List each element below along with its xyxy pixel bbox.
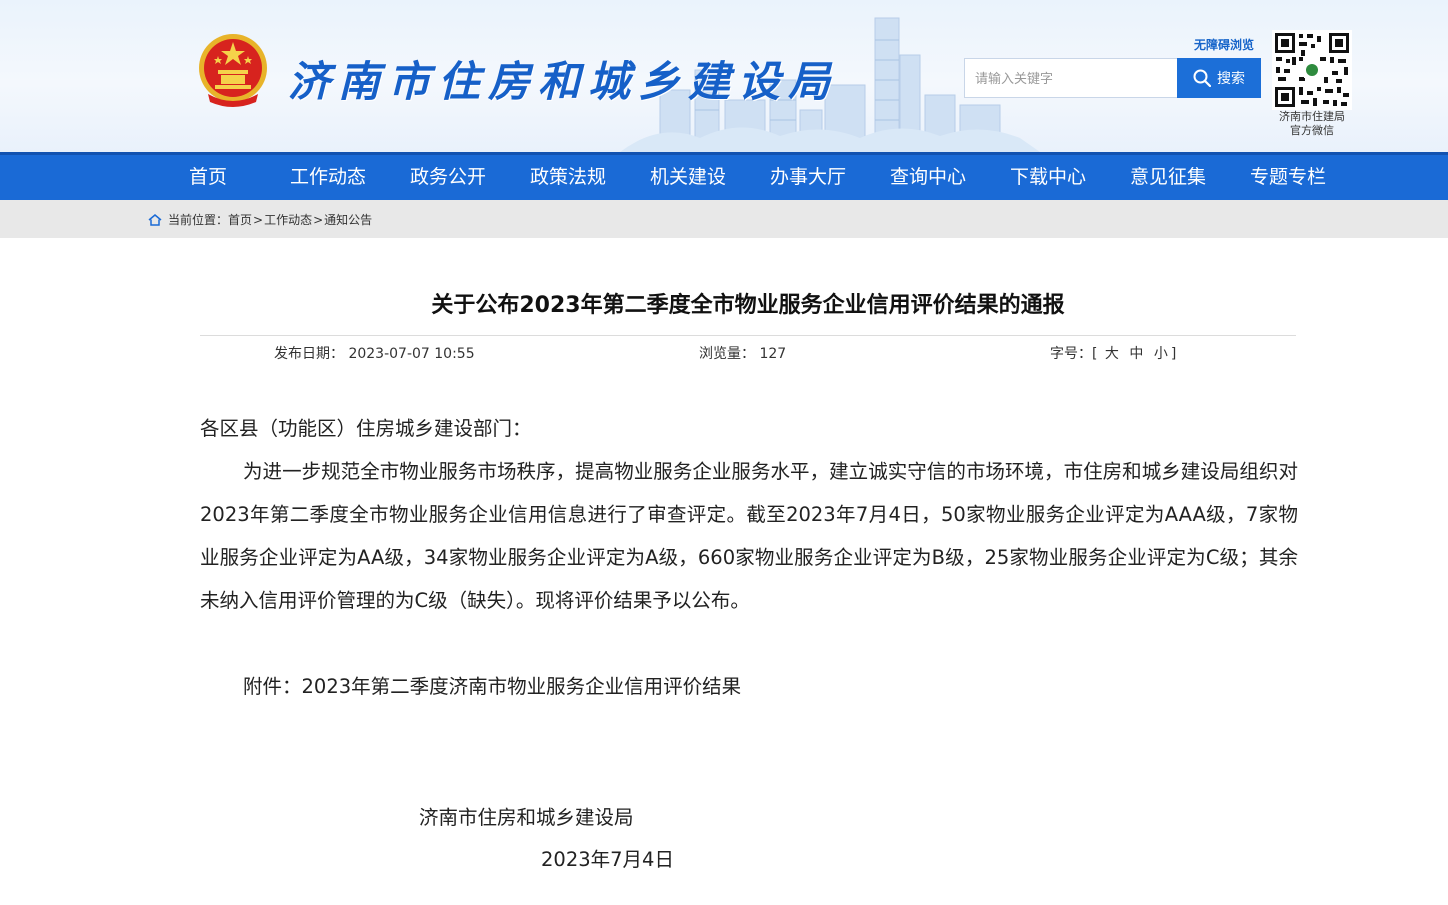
qr-caption-line1: 济南市住建局 (1279, 110, 1345, 123)
search-button[interactable]: 搜索 (1177, 58, 1261, 98)
article-attachment: 附件：2023年第二季度济南市物业服务企业信用评价结果 (200, 665, 1298, 708)
font-size-bracket-open: [ (1092, 346, 1098, 362)
nav-item-work-news[interactable]: 工作动态 (268, 155, 388, 200)
nav-item-home[interactable]: 首页 (148, 155, 268, 200)
article-sign-date: 2023年7月4日 (541, 848, 674, 871)
font-size-label: 字号： (1050, 346, 1092, 362)
publish-date-label: 发布日期： (274, 346, 344, 362)
font-size-bracket-close: ] (1170, 346, 1177, 362)
breadcrumb-item-work-news[interactable]: 工作动态 (264, 211, 312, 228)
attachment-link[interactable]: 2023年第二季度济南市物业服务企业信用评价结果 (302, 675, 742, 698)
article-title: 关于公布2023年第二季度全市物业服务企业信用评价结果的通报 (431, 293, 1065, 318)
nav-item-download-center[interactable]: 下载中心 (988, 155, 1108, 200)
site-header: 济南市住房和城乡建设局 无障碍浏览 搜索 济南 (0, 0, 1448, 152)
home-icon (148, 213, 162, 226)
article-signature: 济南市住房和城乡建设局 (419, 806, 634, 829)
nav-item-organ-building[interactable]: 机关建设 (628, 155, 748, 200)
nav-item-policies[interactable]: 政策法规 (508, 155, 628, 200)
nav-item-gov-affairs[interactable]: 政务公开 (388, 155, 508, 200)
wechat-qr-code-icon (1272, 30, 1352, 110)
publish-date-meta: 发布日期： 2023-07-07 10:55 (274, 343, 475, 363)
font-size-medium-button[interactable]: 中 (1129, 346, 1143, 362)
breadcrumb-prefix: 当前位置： (168, 213, 229, 227)
article-body-paragraph: 为进一步规范全市物业服务市场秩序，提高物业服务企业服务水平，建立诚实守信的市场环… (200, 460, 1298, 612)
search-button-label: 搜索 (1217, 70, 1245, 86)
font-size-large-button[interactable]: 大 (1105, 346, 1119, 362)
nav-item-opinions[interactable]: 意见征集 (1108, 155, 1228, 200)
search-icon (1193, 69, 1211, 87)
breadcrumb-item-home[interactable]: 首页 (228, 211, 252, 228)
site-title: 济南市住房和城乡建设局 (288, 57, 839, 106)
font-size-small-button[interactable]: 小 (1154, 346, 1168, 362)
title-divider (200, 335, 1296, 336)
nav-item-service-hall[interactable]: 办事大厅 (748, 155, 868, 200)
attachment-label: 附件： (243, 675, 302, 698)
breadcrumb-separator: > (253, 212, 264, 227)
breadcrumb-bar: 当前位置： 首页 > 工作动态 > 通知公告 (0, 200, 1448, 238)
search-input[interactable] (964, 58, 1178, 98)
nav-item-special-topics[interactable]: 专题专栏 (1228, 155, 1348, 200)
accessibility-link[interactable]: 无障碍浏览 (1194, 36, 1254, 53)
nav-item-query-center[interactable]: 查询中心 (868, 155, 988, 200)
views-meta: 浏览量： 127 (699, 343, 786, 363)
qr-caption: 济南市住建局 官方微信 (1262, 110, 1362, 138)
breadcrumb: 当前位置： 首页 > 工作动态 > 通知公告 (148, 211, 372, 228)
article-salutation: 各区县（功能区）住房城乡建设部门： (200, 417, 532, 440)
breadcrumb-item-notices[interactable]: 通知公告 (324, 211, 372, 228)
qr-caption-line2: 官方微信 (1290, 124, 1334, 137)
views-label: 浏览量： (699, 346, 755, 362)
main-nav: 首页 工作动态 政务公开 政策法规 机关建设 办事大厅 查询中心 下载中心 意见… (0, 152, 1448, 200)
breadcrumb-separator: > (313, 212, 324, 227)
national-emblem-icon (199, 34, 267, 107)
views-count: 127 (759, 346, 787, 362)
publish-date-value: 2023-07-07 10:55 (348, 346, 475, 362)
font-size-control: 字号：[ 大 中 小] (1050, 343, 1176, 363)
